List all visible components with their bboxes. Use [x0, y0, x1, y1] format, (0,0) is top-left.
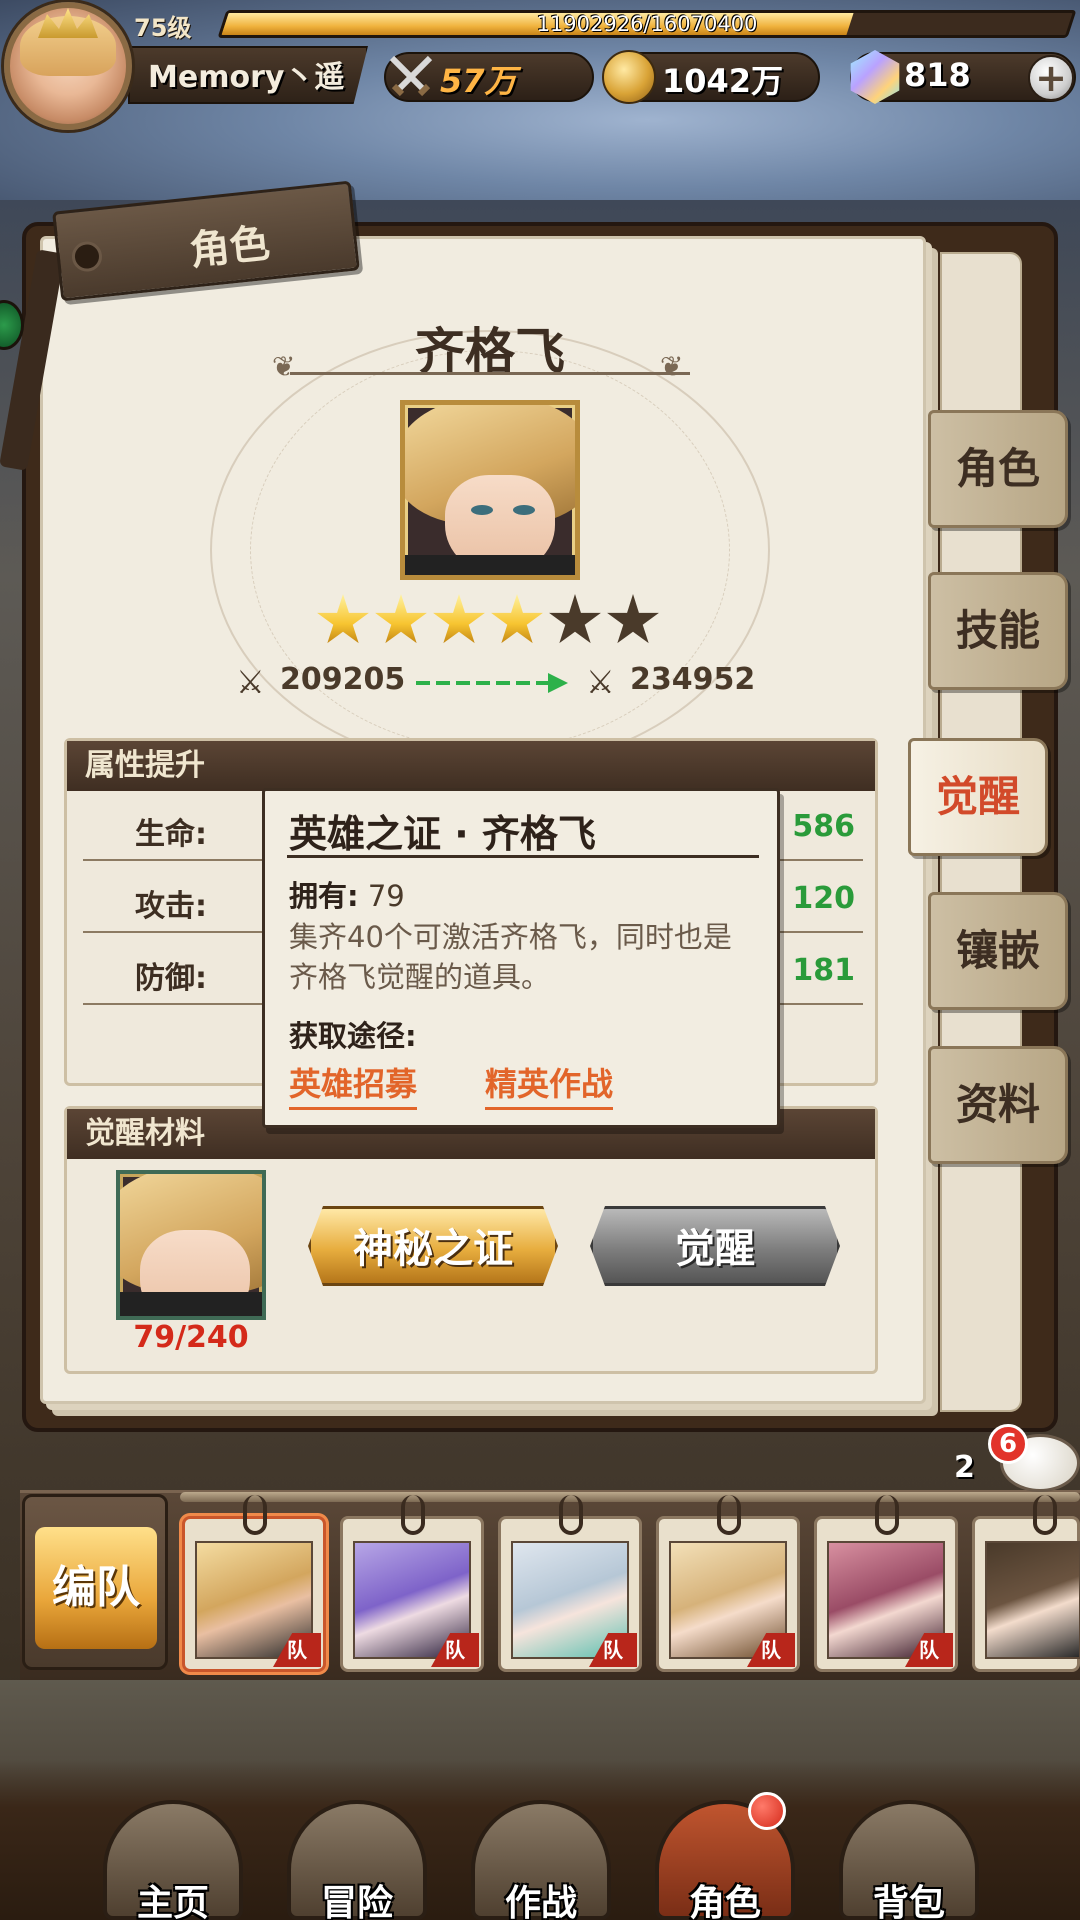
gem-value: 818 — [904, 56, 971, 94]
material-count: 79/240 — [133, 1320, 249, 1355]
nav-home-label: 主页 — [136, 1883, 209, 1920]
star-rating — [316, 594, 676, 650]
attributes-title: 属性提升 — [67, 741, 875, 791]
portrait-collar — [405, 555, 575, 575]
player-level: 75级 — [134, 14, 192, 42]
add-gems-button[interactable]: + — [1028, 55, 1074, 101]
attr-value-atk: 120 — [792, 881, 855, 916]
card-hook — [401, 1495, 425, 1535]
tooltip-description: 集齐40个可激活齐格飞，同时也是齐格飞觉醒的道具。 — [289, 920, 732, 994]
card-hook — [243, 1495, 267, 1535]
tab-profile[interactable]: 资料 — [928, 1046, 1068, 1164]
nav-adventure-label: 冒险 — [320, 1883, 393, 1920]
player-name: Memory丶遥 — [148, 60, 345, 95]
power-value: 57万 — [440, 62, 517, 100]
nav-character[interactable]: 角色 — [640, 1760, 810, 1920]
attr-label-atk: 攻击: — [135, 889, 207, 924]
mystery-proof-button[interactable]: 神秘之证 — [308, 1206, 558, 1286]
attr-value-hp: 586 — [792, 809, 855, 844]
hero-card[interactable]: 队 — [656, 1495, 800, 1672]
nav-battle[interactable]: 作战 — [456, 1760, 626, 1920]
card-hook — [559, 1495, 583, 1535]
star-icon — [375, 594, 427, 644]
portrait-eye — [471, 505, 493, 515]
card-hook — [717, 1495, 741, 1535]
crossed-swords-icon — [389, 55, 433, 97]
tooltip-source-label: 获取途径: — [289, 1019, 417, 1053]
crossed-swords-icon: ⚔ — [236, 663, 265, 701]
power-before: 209205 — [280, 662, 406, 697]
hero-card[interactable]: 队 — [814, 1495, 958, 1672]
chat-notification-badge: 6 — [988, 1424, 1028, 1464]
nav-character-label: 角色 — [688, 1883, 761, 1920]
team-formation-button[interactable]: 编队 — [22, 1494, 168, 1670]
flourish-left-icon: ❦ — [272, 350, 296, 383]
hero-card-portrait — [985, 1541, 1080, 1659]
star-icon — [491, 594, 543, 644]
star-icon — [317, 594, 369, 644]
material-collar — [120, 1292, 262, 1316]
tab-character[interactable]: 角色 — [928, 410, 1068, 528]
card-hook — [1033, 1495, 1057, 1535]
nav-bag[interactable]: 背包 — [824, 1760, 994, 1920]
attr-label-def: 防御: — [135, 961, 207, 996]
nav-battle-label: 作战 — [504, 1883, 577, 1920]
hero-card[interactable] — [972, 1495, 1080, 1672]
hero-recruit-link[interactable]: 英雄招募 — [289, 1059, 418, 1110]
power-arrow — [416, 681, 558, 685]
attr-label-hp: 生命: — [135, 817, 207, 852]
player-avatar[interactable] — [4, 2, 132, 130]
tab-awaken[interactable]: 觉醒 — [908, 738, 1048, 856]
notification-dot — [748, 1792, 786, 1830]
team-button-label: 编队 — [35, 1527, 157, 1649]
power-after: 234952 — [630, 662, 756, 697]
card-hook — [875, 1495, 899, 1535]
star-icon — [433, 594, 485, 644]
tab-inlay[interactable]: 镶嵌 — [928, 892, 1068, 1010]
tab-skills[interactable]: 技能 — [928, 572, 1068, 690]
arrow-head-icon — [548, 673, 568, 693]
star-icon — [607, 594, 659, 644]
nav-home[interactable]: 主页 — [88, 1760, 258, 1920]
nav-bag-label: 背包 — [872, 1883, 945, 1920]
hero-card[interactable]: 队 — [340, 1495, 484, 1672]
flourish-right-icon: ❦ — [660, 350, 684, 383]
exp-text: 11902926/16070400 — [536, 12, 758, 36]
nav-adventure[interactable]: 冒险 — [272, 1760, 442, 1920]
portrait-eye — [513, 505, 535, 515]
owned-value: 79 — [367, 879, 405, 913]
card-rail — [180, 1492, 1080, 1502]
panel-tag-label: 角色 — [187, 220, 272, 275]
tooltip-title: 英雄之证 · 齐格飞 — [289, 812, 596, 856]
elite-battle-link[interactable]: 精英作战 — [485, 1059, 614, 1110]
gold-value: 1042万 — [662, 62, 784, 100]
tag-hole — [70, 240, 104, 274]
hero-card[interactable]: 队 — [498, 1495, 642, 1672]
hero-name-underline — [290, 372, 690, 375]
attr-value-def: 181 — [792, 953, 855, 988]
star-icon — [549, 594, 601, 644]
gold-coin-icon — [602, 50, 656, 104]
avatar-crown — [38, 8, 98, 38]
crossed-swords-icon: ⚔ — [586, 663, 615, 701]
hero-card[interactable]: 队 — [182, 1495, 326, 1672]
tooltip-divider — [287, 855, 759, 858]
item-tooltip: 英雄之证 · 齐格飞 拥有: 79 集齐40个可激活齐格飞，同时也是齐格飞觉醒的… — [262, 788, 780, 1128]
owned-label: 拥有: — [289, 879, 359, 913]
awaken-button[interactable]: 觉醒 — [590, 1206, 840, 1286]
chat-count: 2 — [954, 1450, 975, 1485]
material-item[interactable] — [116, 1170, 266, 1320]
top-bar: 11902926/16070400 Memory丶遥 75级 57万 1042万… — [0, 0, 1080, 130]
hero-portrait[interactable] — [400, 400, 580, 580]
tooltip-owned: 拥有: 79 — [289, 873, 405, 915]
